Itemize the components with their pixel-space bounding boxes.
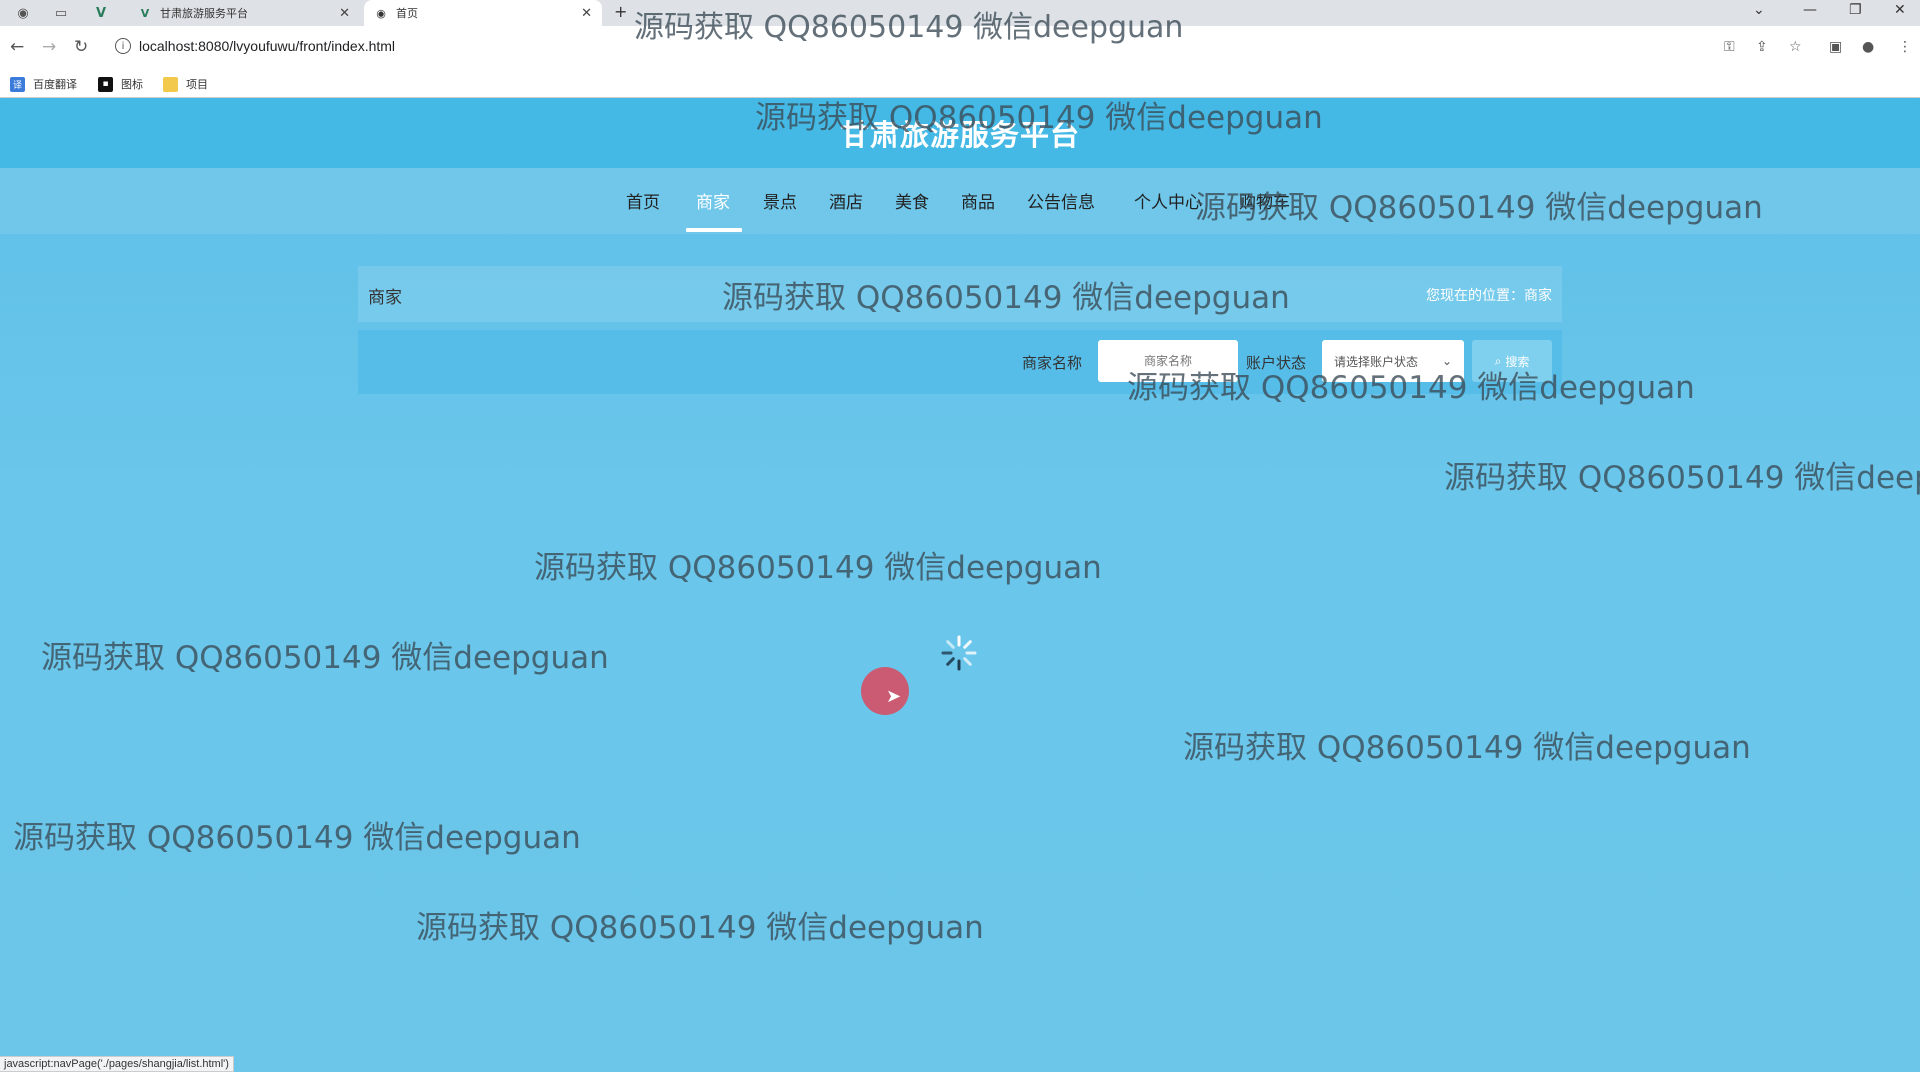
watermark: 源码获取 QQ86050149 微信deepguan <box>416 910 984 946</box>
close-window-icon[interactable]: ✕ <box>1894 2 1906 18</box>
bookmark-baidu-translate[interactable]: 译 百度翻译 <box>10 76 77 92</box>
side-panel-icon[interactable]: ▣ <box>1829 39 1842 55</box>
bookmark-project[interactable]: 项目 <box>163 76 208 92</box>
watermark: 源码获取 QQ86050149 微信deepguan <box>41 640 609 676</box>
nav-hotels[interactable]: 酒店 <box>829 188 863 213</box>
close-icon[interactable]: ✕ <box>581 6 592 21</box>
image-icon: ▪ <box>98 76 113 92</box>
watermark: 源码获取 QQ86050149 微信deepguan <box>13 820 581 856</box>
folder-icon <box>163 76 178 92</box>
forward-icon[interactable]: → <box>42 37 56 57</box>
site-info-icon[interactable]: i <box>115 38 131 54</box>
loading-spinner-icon <box>941 635 977 671</box>
minimize-icon[interactable]: — <box>1803 2 1817 18</box>
tab-gansu-platform[interactable]: V 甘肃旅游服务平台 ✕ <box>128 0 360 26</box>
tab-title: 首页 <box>396 7 418 20</box>
active-nav-indicator <box>686 228 742 232</box>
bookmark-label: 项目 <box>186 78 208 91</box>
watermark: 源码获取 QQ86050149 微信deepguan <box>1127 370 1695 406</box>
reload-icon[interactable]: ↻ <box>74 37 88 57</box>
tab-title: 甘肃旅游服务平台 <box>160 7 248 20</box>
key-icon[interactable]: ⚿ <box>1724 39 1735 55</box>
nav-attractions[interactable]: 景点 <box>763 188 797 213</box>
nav-announcements[interactable]: 公告信息 <box>1027 188 1095 213</box>
new-tab-icon[interactable]: + <box>614 2 627 21</box>
watermark: 源码获取 QQ86050149 微信deepg <box>1444 460 1920 496</box>
nav-personal-center[interactable]: 个人中心 <box>1134 188 1202 213</box>
watermark: 源码获取 QQ86050149 微信deepguan <box>534 550 1102 586</box>
globe-favicon-icon: ◉ <box>376 6 386 20</box>
nav-home[interactable]: 首页 <box>626 188 660 213</box>
breadcrumb-location: 您现在的位置：商家 <box>1426 288 1552 304</box>
share-icon[interactable]: ⇪ <box>1756 39 1768 55</box>
close-icon[interactable]: ✕ <box>339 6 350 21</box>
tab-home[interactable]: ◉ 首页 ✕ <box>364 0 602 26</box>
status-bar-url: javascript:navPage('./pages/shangjia/lis… <box>0 1056 234 1072</box>
click-highlight <box>861 667 909 715</box>
profile-icon[interactable]: ● <box>1862 39 1874 55</box>
back-icon[interactable]: ← <box>10 37 24 57</box>
nav-goods[interactable]: 商品 <box>961 188 995 213</box>
watermark: 源码获取 QQ86050149 微信deepguan <box>1183 730 1751 766</box>
url-field[interactable]: localhost:8080/lvyoufuwu/front/index.htm… <box>139 38 395 54</box>
translate-icon: 译 <box>10 76 25 92</box>
vue-icon[interactable]: V <box>92 4 110 22</box>
nav-merchants[interactable]: 商家 <box>696 188 730 213</box>
merchant-name-label: 商家名称 <box>1022 354 1083 372</box>
globe-icon[interactable]: ◉ <box>14 4 32 22</box>
watermark: 源码获取 QQ86050149 微信deepguan <box>722 280 1290 316</box>
star-icon[interactable]: ☆ <box>1789 39 1802 55</box>
bookmark-icons[interactable]: ▪ 图标 <box>98 76 143 92</box>
page-title: 商家 <box>368 288 402 308</box>
watermark: 源码获取 QQ86050149 微信deepguan <box>755 100 1323 136</box>
blank-tab-icon[interactable]: ▭ <box>52 4 70 22</box>
nav-food[interactable]: 美食 <box>895 188 929 213</box>
bookmark-label: 图标 <box>121 78 143 91</box>
tab-search-icon[interactable]: ⌄ <box>1753 2 1765 18</box>
watermark: 源码获取 QQ86050149 微信deepguan <box>634 10 1184 45</box>
watermark: 源码获取 QQ86050149 微信deepguan <box>1195 190 1763 226</box>
restore-icon[interactable]: ❐ <box>1849 2 1862 18</box>
mouse-cursor-icon: ➤ <box>886 686 902 707</box>
vue-favicon-icon: V <box>140 6 150 20</box>
menu-dots-icon[interactable]: ⋮ <box>1898 39 1912 55</box>
bookmark-label: 百度翻译 <box>33 78 77 91</box>
